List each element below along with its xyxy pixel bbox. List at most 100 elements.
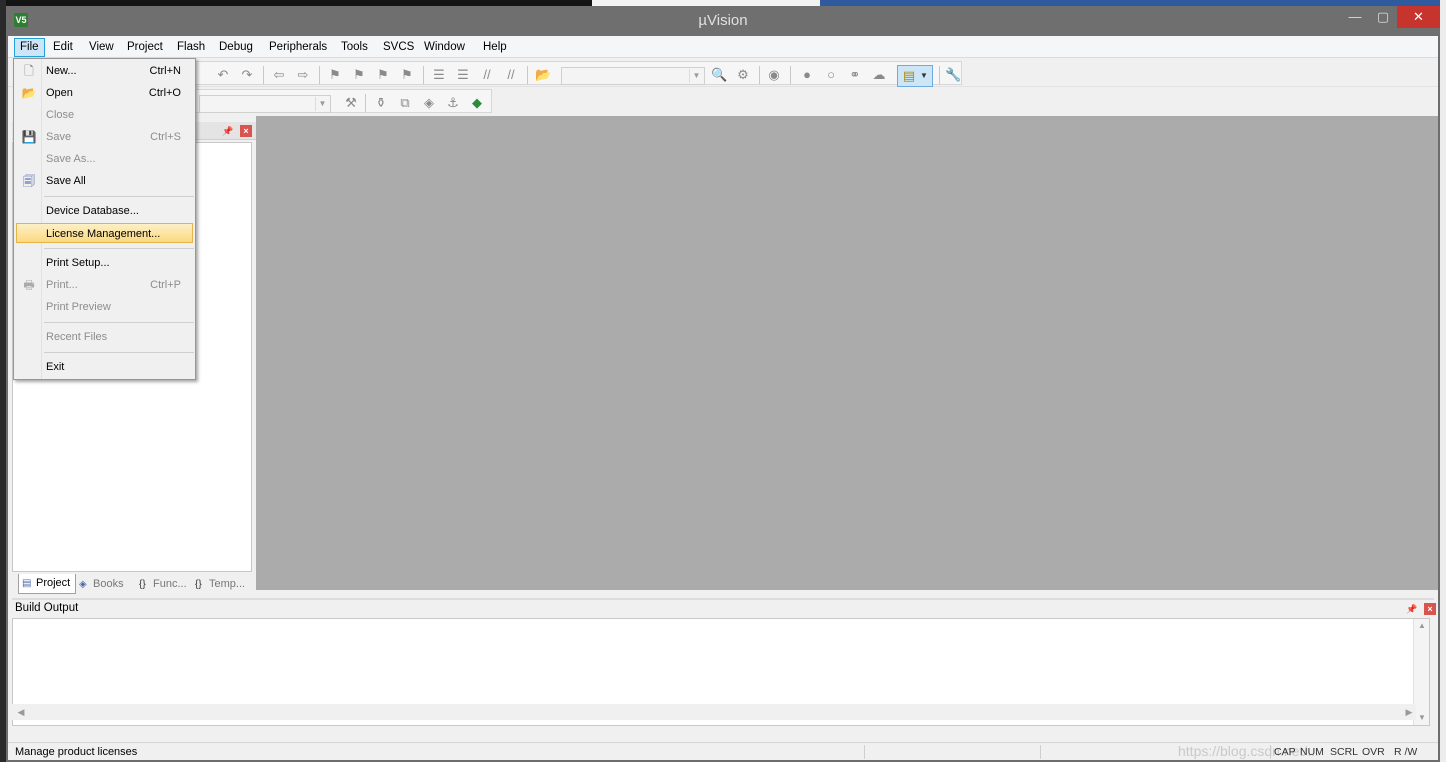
client-area: File Edit View Project Flash Debug Perip… bbox=[8, 36, 1438, 760]
manage-project-items-icon[interactable]: ⚱ bbox=[373, 95, 389, 111]
nav-forward-icon[interactable]: ⇨ bbox=[295, 67, 311, 83]
menu-file[interactable]: File bbox=[14, 38, 45, 57]
menu-view[interactable]: View bbox=[84, 38, 119, 57]
undo-icon[interactable]: ↶ bbox=[215, 67, 231, 83]
menu-edit[interactable]: Edit bbox=[48, 38, 78, 57]
menu-item-license-management[interactable]: License Management... bbox=[16, 223, 193, 243]
menu-window[interactable]: Window bbox=[419, 38, 470, 57]
uncomment-icon[interactable]: // bbox=[503, 67, 519, 83]
bookmark-icon[interactable]: ⚑ bbox=[327, 67, 343, 83]
menu-item-print-setup[interactable]: Print Setup... bbox=[16, 253, 193, 273]
menu-item-save-as[interactable]: Save As... bbox=[16, 149, 193, 169]
project-icon: ▤ bbox=[22, 578, 32, 589]
bookmark-clear-icon[interactable]: ⚑ bbox=[399, 67, 415, 83]
pin-icon[interactable]: 📌 bbox=[1406, 603, 1418, 615]
redo-icon[interactable]: ↷ bbox=[239, 67, 255, 83]
menu-item-save-all[interactable]: 🗐 Save All bbox=[16, 171, 193, 191]
horizontal-scrollbar[interactable]: ◀ ▶ bbox=[12, 704, 1416, 720]
menu-item-save[interactable]: 💾 Save Ctrl+S bbox=[16, 127, 193, 147]
menu-item-open[interactable]: 📂 Open Ctrl+O bbox=[16, 83, 193, 103]
status-num: NUM bbox=[1300, 746, 1324, 758]
scroll-right-icon[interactable]: ▶ bbox=[1402, 705, 1416, 719]
menu-help[interactable]: Help bbox=[478, 38, 512, 57]
manage-rte-icon[interactable]: ◈ bbox=[421, 95, 437, 111]
menu-item-recent-files[interactable]: Recent Files bbox=[16, 327, 193, 347]
menu-item-device-database[interactable]: Device Database... bbox=[16, 201, 193, 221]
uvision-window: V5 µVision — ▢ ✕ File Edit View Project … bbox=[6, 6, 1440, 762]
editor-area[interactable] bbox=[256, 116, 1438, 590]
status-scrl: SCRL bbox=[1330, 746, 1359, 758]
indent-icon[interactable]: ☰ bbox=[431, 67, 447, 83]
functions-icon: {} bbox=[139, 579, 146, 590]
menu-tools[interactable]: Tools bbox=[336, 38, 373, 57]
status-rw: R /W bbox=[1394, 746, 1418, 758]
menu-peripherals[interactable]: Peripherals bbox=[264, 38, 332, 57]
configure-wrench-icon[interactable]: 🔧 bbox=[945, 67, 961, 83]
tab-books[interactable]: ◈ Books bbox=[76, 574, 136, 594]
unindent-icon[interactable]: ☰ bbox=[455, 67, 471, 83]
debug-session-icon[interactable]: ◉ bbox=[766, 67, 782, 83]
chevron-down-icon[interactable]: ▼ bbox=[689, 69, 703, 83]
chevron-down-icon[interactable]: ▼ bbox=[315, 97, 329, 111]
menu-separator bbox=[44, 322, 194, 323]
close-button[interactable]: ✕ bbox=[1397, 6, 1440, 28]
select-packs-icon[interactable]: ⚓ bbox=[445, 95, 461, 111]
menu-bar: File Edit View Project Flash Debug Perip… bbox=[8, 36, 1438, 58]
incremental-find-icon[interactable]: ⚙ bbox=[735, 67, 751, 83]
comment-icon[interactable]: // bbox=[479, 67, 495, 83]
toolbar-build: ▼ ⚒ ⚱ ⧉ ◈ ⚓ ◆ bbox=[8, 87, 1438, 115]
file-menu-dropdown: 🗋 New... Ctrl+N 📂 Open Ctrl+O Close 💾 Sa… bbox=[13, 58, 196, 380]
scroll-down-icon[interactable]: ▼ bbox=[1414, 711, 1430, 725]
breakpoint-disable-all-icon[interactable]: ⚭ bbox=[847, 67, 863, 83]
toolbar-main: ↶ ↷ ⇦ ⇨ ⚑ ⚑ ⚑ ⚑ ☰ ☰ // // 📂 ▼ � bbox=[8, 59, 1438, 87]
target-options-icon[interactable]: ⚒ bbox=[343, 95, 359, 111]
maximize-button[interactable]: ▢ bbox=[1369, 6, 1397, 28]
build-output-title: Build Output bbox=[15, 602, 79, 614]
toolbar-build-group: ▼ ⚒ ⚱ ⧉ ◈ ⚓ ◆ bbox=[194, 89, 492, 113]
print-icon: 🖶 bbox=[23, 278, 35, 292]
breakpoint-kill-all-icon[interactable]: ☁ bbox=[871, 67, 887, 83]
pack-installer-icon[interactable]: ◆ bbox=[469, 95, 485, 111]
window-layout-toggle[interactable]: ▤ ▼ bbox=[897, 65, 933, 87]
menu-item-print-preview[interactable]: Print Preview bbox=[16, 297, 193, 317]
nav-back-icon[interactable]: ⇦ bbox=[271, 67, 287, 83]
bookmark-prev-icon[interactable]: ⚑ bbox=[351, 67, 367, 83]
save-all-icon: 🗐 bbox=[23, 174, 35, 188]
scroll-up-icon[interactable]: ▲ bbox=[1414, 619, 1430, 633]
toolbar-group: ↶ ↷ ⇦ ⇨ ⚑ ⚑ ⚑ ⚑ ☰ ☰ // // 📂 ▼ � bbox=[194, 61, 962, 87]
menu-project[interactable]: Project bbox=[122, 38, 168, 57]
tab-functions[interactable]: {} Func... bbox=[136, 574, 192, 594]
status-ovr: OVR bbox=[1362, 746, 1385, 758]
status-bar: Manage product licenses https://blog.csd… bbox=[8, 742, 1438, 760]
desktop-background-right bbox=[1440, 0, 1446, 762]
menu-item-new[interactable]: 🗋 New... Ctrl+N bbox=[16, 61, 193, 81]
menu-flash[interactable]: Flash bbox=[172, 38, 210, 57]
find-icon[interactable]: 🔍 bbox=[711, 67, 727, 83]
pin-icon[interactable]: 📌 bbox=[222, 125, 234, 137]
find-combo[interactable]: ▼ bbox=[561, 67, 705, 85]
status-message: Manage product licenses bbox=[15, 746, 138, 758]
scroll-left-icon[interactable]: ◀ bbox=[14, 705, 28, 719]
file-extensions-icon[interactable]: ⧉ bbox=[397, 95, 413, 111]
close-icon[interactable]: × bbox=[240, 125, 252, 137]
menu-item-exit[interactable]: Exit bbox=[16, 357, 193, 377]
menu-item-close[interactable]: Close bbox=[16, 105, 193, 125]
new-file-icon: 🗋 bbox=[24, 64, 34, 78]
menu-svcs[interactable]: SVCS bbox=[378, 38, 419, 57]
breakpoint-insert-icon[interactable]: ● bbox=[799, 67, 815, 83]
minimize-button[interactable]: — bbox=[1341, 6, 1369, 28]
breakpoint-enable-icon[interactable]: ○ bbox=[823, 67, 839, 83]
menu-debug[interactable]: Debug bbox=[214, 38, 258, 57]
target-select[interactable]: ▼ bbox=[199, 95, 331, 113]
close-icon[interactable]: × bbox=[1424, 603, 1436, 615]
bookmark-next-icon[interactable]: ⚑ bbox=[375, 67, 391, 83]
menu-item-print[interactable]: 🖶 Print... Ctrl+P bbox=[16, 275, 193, 295]
save-icon: 💾 bbox=[21, 130, 37, 144]
chevron-down-icon: ▼ bbox=[920, 71, 928, 80]
project-panel-tabs: ▤ Project ◈ Books {} Func... {} Temp... bbox=[18, 574, 254, 594]
tab-project[interactable]: ▤ Project bbox=[18, 574, 76, 594]
find-in-files-icon[interactable]: 📂 bbox=[535, 67, 551, 83]
title-bar[interactable]: V5 µVision — ▢ ✕ bbox=[6, 6, 1440, 36]
tab-templates[interactable]: {} Temp... bbox=[192, 574, 252, 594]
status-cap: CAP bbox=[1274, 746, 1296, 758]
